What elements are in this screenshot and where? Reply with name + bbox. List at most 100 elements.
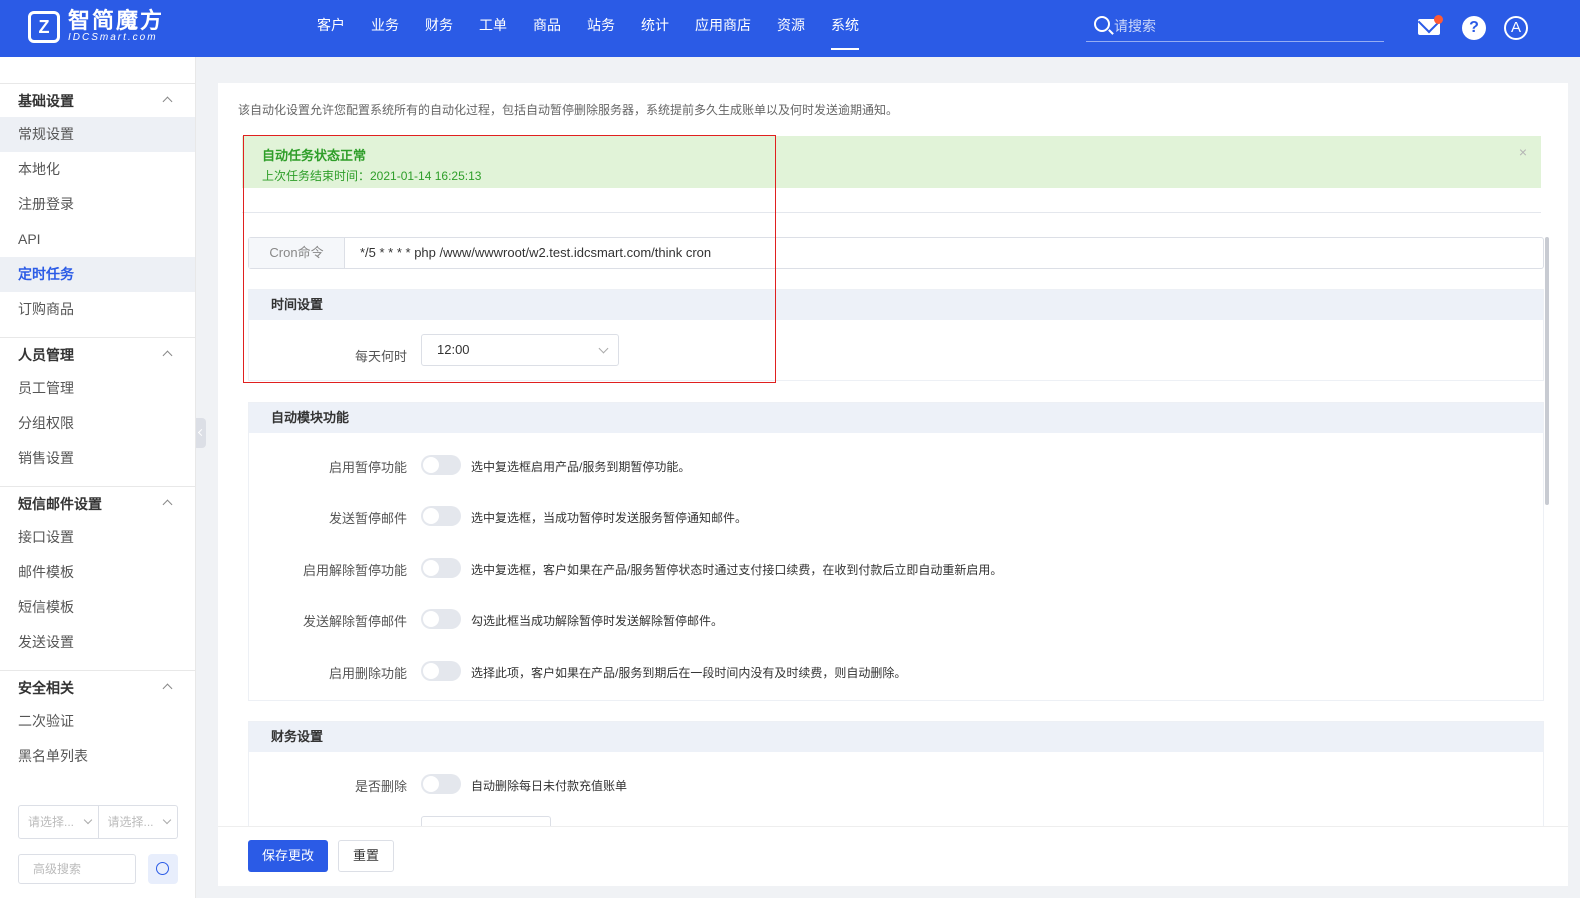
main-nav: 客户 业务 财务 工单 商品 站务 统计 应用商店 资源 系统	[304, 0, 872, 57]
page-description: 该自动化设置允许您配置系统所有的自动化过程，包括自动暂停删除服务器，系统提前多久…	[238, 103, 899, 117]
main-panel: 该自动化设置允许您配置系统所有的自动化过程，包括自动暂停删除服务器，系统提前多久…	[218, 83, 1568, 886]
advanced-search-input[interactable]	[18, 854, 136, 884]
sidebar-collapse-handle[interactable]	[196, 418, 206, 448]
sidebar-item-sms-templates[interactable]: 短信模板	[0, 590, 195, 625]
sidebar-item-blacklist[interactable]: 黑名单列表	[0, 739, 195, 774]
form-row: 是否删除 自动删除每日未付款充值账单	[249, 772, 1543, 798]
sidebar: 基础设置 常规设置 本地化 注册登录 API 定时任务 订购商品 人员管理 员工…	[0, 57, 196, 898]
form-row: 启用解除暂停功能 选中复选框，客户如果在产品/服务暂停状态时通过支付接口续费，在…	[249, 556, 1543, 582]
top-navbar: Z 智简魔方 IDCSmart.com 客户 业务 财务 工单 商品 站务 统计…	[0, 0, 1580, 57]
alert-subtitle: 上次任务结束时间：2021-01-14 16:25:13	[262, 169, 482, 183]
alert-title: 自动任务状态正常	[262, 148, 367, 163]
save-button[interactable]: 保存更改	[248, 840, 328, 872]
chevron-down-icon	[598, 343, 609, 354]
sidebar-item-two-factor[interactable]: 二次验证	[0, 704, 195, 739]
nav-item-products[interactable]: 商品	[520, 0, 574, 50]
partial-input-field[interactable]	[421, 816, 551, 826]
help-icon[interactable]: ?	[1462, 16, 1486, 40]
form-footer: 保存更改 重置	[218, 826, 1568, 886]
enable-unsuspend-toggle[interactable]	[421, 558, 461, 578]
search-icon[interactable]	[1094, 16, 1110, 32]
sidebar-group-label: 安全相关	[18, 680, 74, 696]
avatar[interactable]: A	[1504, 16, 1528, 40]
close-icon[interactable]: ×	[1519, 144, 1527, 160]
field-description: 勾选此框当成功解除暂停时发送解除暂停邮件。	[471, 614, 724, 628]
sidebar-group-staff[interactable]: 人员管理	[0, 337, 195, 371]
search-input[interactable]	[1114, 14, 1374, 38]
nav-item-finance[interactable]: 财务	[412, 0, 466, 50]
nav-item-tickets[interactable]: 工单	[466, 0, 520, 50]
auto-delete-toggle[interactable]	[421, 774, 461, 794]
cron-command-field: Cron命令	[248, 237, 1544, 269]
status-alert: 自动任务状态正常 上次任务结束时间：2021-01-14 16:25:13 ×	[242, 136, 1541, 188]
logo-subname: IDCSmart.com	[68, 32, 158, 43]
sidebar-search-button[interactable]	[148, 854, 178, 884]
filter-select-1[interactable]: 请选择...	[19, 806, 98, 838]
field-description: 选中复选框，客户如果在产品/服务暂停状态时通过支付接口续费，在收到付款后立即自动…	[471, 563, 1003, 577]
sidebar-item-email-templates[interactable]: 邮件模板	[0, 555, 195, 590]
nav-item-customers[interactable]: 客户	[304, 0, 358, 50]
chevron-up-icon	[162, 499, 173, 510]
sidebar-item-send-settings[interactable]: 发送设置	[0, 625, 195, 660]
sidebar-item-register-login[interactable]: 注册登录	[0, 187, 195, 222]
form-row: 启用暂停功能 选中复选框启用产品/服务到期暂停功能。	[249, 453, 1543, 479]
search-icon	[156, 862, 169, 875]
sidebar-group-label: 基础设置	[18, 93, 74, 109]
divider	[242, 212, 1541, 213]
field-label: 每天何时	[354, 349, 407, 364]
logo-name: 智简魔方	[68, 8, 165, 33]
chevron-up-icon	[162, 683, 173, 694]
filter-select-2[interactable]: 请选择...	[97, 806, 178, 838]
field-description: 选中复选框启用产品/服务到期暂停功能。	[471, 460, 691, 474]
form-row: 发送解除暂停邮件 勾选此框当成功解除暂停时发送解除暂停邮件。	[249, 607, 1543, 633]
field-label: 启用解除暂停功能	[302, 563, 407, 578]
nav-item-site[interactable]: 站务	[574, 0, 628, 50]
field-description: 选择此项，客户如果在产品/服务到期后在一段时间内没有及时续费，则自动删除。	[471, 666, 907, 680]
field-label: 启用暂停功能	[328, 460, 407, 475]
enable-delete-toggle[interactable]	[421, 661, 461, 681]
chevron-down-icon	[83, 815, 92, 825]
nav-item-app-store[interactable]: 应用商店	[682, 0, 764, 50]
cron-command-input[interactable]	[345, 238, 1543, 268]
cron-label: Cron命令	[249, 238, 345, 268]
section-title: 时间设置	[249, 290, 1543, 320]
form-row: 每天何时 12:00	[249, 334, 1543, 368]
form-row: 发送暂停邮件 选中复选框，当成功暂停时发送服务暂停通知邮件。	[249, 504, 1543, 530]
sidebar-item-order-products[interactable]: 订购商品	[0, 292, 195, 327]
logo[interactable]: Z 智简魔方 IDCSmart.com	[28, 10, 164, 44]
field-label: 启用删除功能	[328, 666, 407, 681]
sidebar-group-basic[interactable]: 基础设置	[0, 83, 195, 117]
send-suspend-email-toggle[interactable]	[421, 506, 461, 526]
sidebar-item-general[interactable]: 常规设置	[0, 117, 195, 152]
sidebar-item-api[interactable]: API	[0, 222, 195, 257]
reset-button[interactable]: 重置	[338, 840, 394, 872]
sidebar-item-cron-tasks[interactable]: 定时任务	[0, 257, 195, 292]
daily-time-select[interactable]: 12:00	[421, 334, 619, 366]
nav-item-system[interactable]: 系统	[818, 0, 872, 50]
sidebar-item-localization[interactable]: 本地化	[0, 152, 195, 187]
auto-module-section: 自动模块功能 启用暂停功能 选中复选框启用产品/服务到期暂停功能。 发送暂停邮件…	[248, 402, 1544, 701]
field-label: 发送暂停邮件	[328, 511, 407, 526]
form-row: 启用删除功能 选择此项，客户如果在产品/服务到期后在一段时间内没有及时续费，则自…	[249, 659, 1543, 685]
sidebar-item-interface[interactable]: 接口设置	[0, 520, 195, 555]
sidebar-group-sms-email[interactable]: 短信邮件设置	[0, 486, 195, 520]
notification-dot	[1434, 15, 1443, 24]
sidebar-item-group-permissions[interactable]: 分组权限	[0, 406, 195, 441]
scrollbar[interactable]	[1545, 237, 1549, 505]
sidebar-item-staff[interactable]: 员工管理	[0, 371, 195, 406]
nav-item-business[interactable]: 业务	[358, 0, 412, 50]
field-description: 选中复选框，当成功暂停时发送服务暂停通知邮件。	[471, 511, 748, 525]
chevron-down-icon	[162, 815, 172, 825]
nav-item-stats[interactable]: 统计	[628, 0, 682, 50]
send-unsuspend-email-toggle[interactable]	[421, 609, 461, 629]
sidebar-item-sales[interactable]: 销售设置	[0, 441, 195, 476]
section-title: 财务设置	[249, 722, 1543, 752]
chevron-up-icon	[162, 350, 173, 361]
sidebar-group-label: 人员管理	[18, 347, 74, 363]
sidebar-group-security[interactable]: 安全相关	[0, 670, 195, 704]
global-search	[1086, 12, 1384, 42]
enable-suspend-toggle[interactable]	[421, 455, 461, 475]
field-label: 是否删除	[354, 779, 407, 794]
logo-mark-icon: Z	[28, 11, 60, 43]
nav-item-resources[interactable]: 资源	[764, 0, 818, 50]
